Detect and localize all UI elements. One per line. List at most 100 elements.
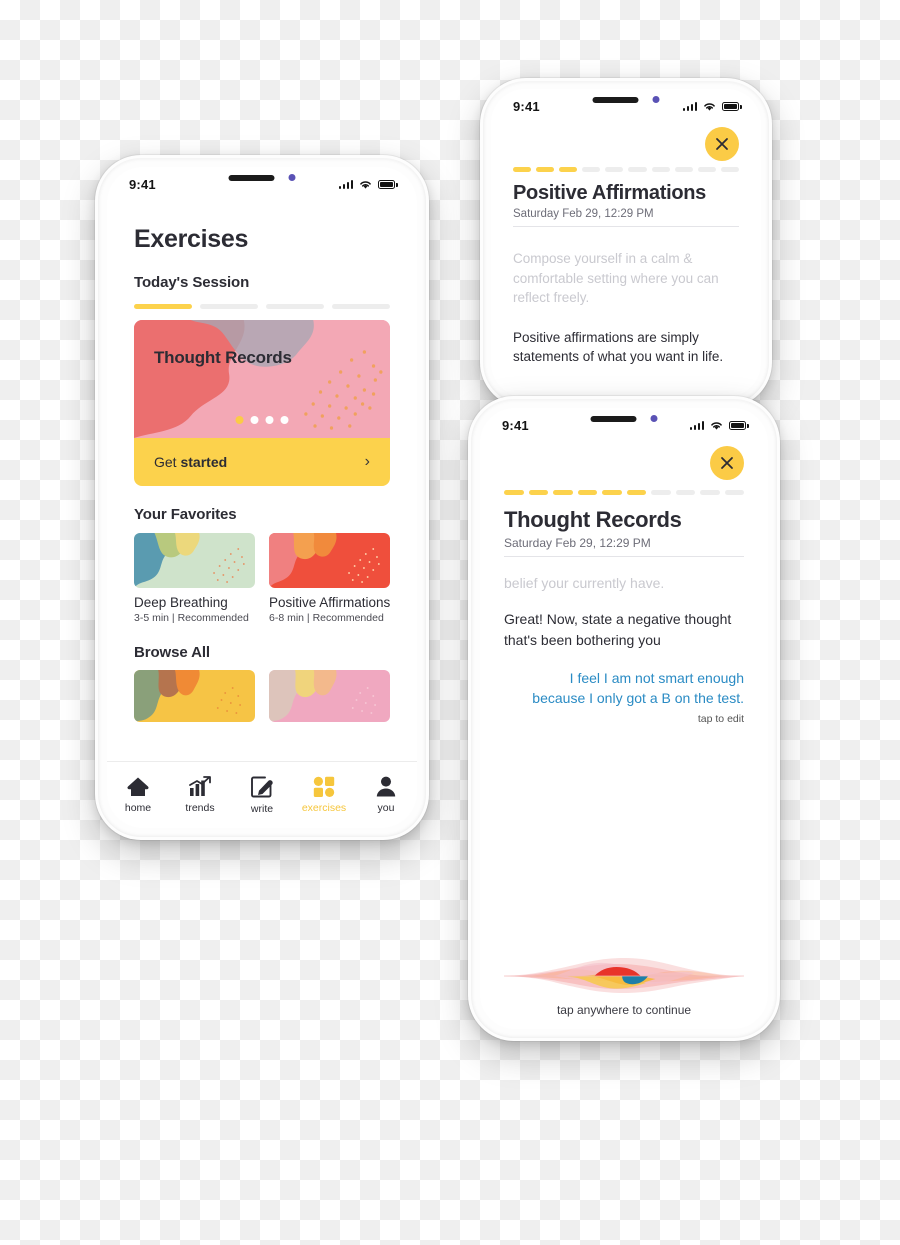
tab-trends[interactable]: trends [169,776,231,814]
progress-segment [134,304,192,309]
current-prompt-text: Great! Now, state a negative thought tha… [504,611,732,648]
battery-icon [729,420,749,430]
progress-segment [674,167,693,172]
favorite-card-artwork [269,533,390,588]
deep-breathing-blob-art [134,533,255,588]
carousel-dot[interactable] [235,416,244,424]
progress-segment [700,490,720,495]
tab-you[interactable]: you [355,776,417,814]
close-x-icon [716,138,728,150]
status-time: 9:41 [513,98,540,114]
progress-segment [536,167,555,172]
wifi-icon [711,421,722,430]
carousel-dot[interactable] [265,416,274,424]
close-button[interactable] [705,127,739,161]
bottom-tab-bar: home trends write exercises you [107,761,417,828]
battery-icon [378,179,398,189]
exercise-date: Saturday Feb 29, 12:29 PM [513,208,654,220]
browse-card-artwork [134,670,255,722]
phone-device-positive-affirmations: 9:41 Positive Affirmations Saturday Feb … [480,78,772,408]
phone2-status-bar: 9:41 [491,89,761,123]
tab-home[interactable]: home [107,776,169,814]
exercises-icon [313,776,335,797]
carousel-dot[interactable] [250,416,259,424]
section-heading-browse-all: Browse All [134,644,210,661]
front-camera-icon [288,174,296,181]
progress-segment [559,167,578,172]
browse-blob-art-1 [134,670,255,722]
phone3-status-bar: 9:41 [480,408,768,442]
wifi-icon [704,102,715,111]
progress-segment [528,490,548,495]
progress-segment [720,167,739,172]
previous-prompt-text: belief your currently have. [504,575,665,591]
speaker-grill-icon [590,415,637,422]
progress-segment [553,490,573,495]
exercise-progress-segments [504,490,744,495]
exercise-progress-segments [513,167,739,172]
progress-segment [605,167,624,172]
exercise-title: Thought Records [504,507,682,532]
progress-segment [626,490,646,495]
tab-label: trends [185,802,215,814]
divider [513,226,739,227]
phone1-status-bar: 9:41 [107,167,417,201]
progress-segment [602,490,622,495]
positive-affirmations-blob-art [269,533,390,588]
tab-exercises[interactable]: exercises [293,776,355,814]
carousel-dot[interactable] [280,416,289,424]
signal-bars-icon [689,420,704,430]
favorite-card-deep-breathing[interactable]: Deep Breathing 3-5 min | Recommended [134,533,255,624]
browse-card-2[interactable] [269,670,390,722]
user-answer-text[interactable]: I feel I am not smart enough because I o… [504,668,744,709]
tab-write[interactable]: write [231,776,293,815]
tab-label: you [377,802,395,814]
progress-segment [651,167,670,172]
phone2-screen: 9:41 Positive Affirmations Saturday Feb … [491,89,761,397]
favorite-card-positive-affirmations[interactable]: Positive Affirmations 6-8 min | Recommen… [269,533,390,624]
current-prompt-text: Positive affirmations are simply stateme… [513,329,724,365]
favorite-card-meta: 3-5 min | Recommended [134,612,249,624]
signal-bars-icon [682,101,697,111]
tap-anywhere-hint[interactable]: tap anywhere to continue [504,1003,744,1017]
tab-label: exercises [301,802,347,814]
progress-segment [266,304,324,309]
get-started-button[interactable]: Get started › [134,438,390,486]
phone-device-thought-records: 9:41 Thought Records Saturday Feb 29, 12… [468,396,780,1041]
progress-segment [332,304,390,309]
progress-segment [675,490,695,495]
exercise-title: Positive Affirmations [513,182,706,204]
status-icons [682,101,742,112]
phone3-screen: 9:41 Thought Records Saturday Feb 29, 12… [480,408,768,1029]
close-x-icon [721,457,733,469]
waveform-section: tap anywhere to continue [504,949,744,1029]
front-camera-icon [650,415,658,422]
phone1-notch [228,174,296,181]
phone1-content: Exercises Today's Session Thought Record… [107,201,417,828]
status-icons [338,179,398,190]
favorite-card-title: Positive Affirmations [269,595,391,610]
progress-segment [200,304,258,309]
phone2-notch [592,96,660,103]
hero-card-title: Thought Records [154,348,292,367]
close-button[interactable] [710,446,744,480]
favorites-grid: Deep Breathing 3-5 min | Recommended Pos… [134,533,390,624]
favorite-card-title: Deep Breathing [134,595,228,610]
progress-segment [628,167,647,172]
hero-carousel-dots[interactable] [235,416,289,424]
phone3-content[interactable]: Thought Records Saturday Feb 29, 12:29 P… [480,442,768,1029]
hero-card-artwork: Thought Records [134,320,390,438]
tab-label: home [124,802,152,814]
tap-to-edit-hint[interactable]: tap to edit [504,713,744,725]
phone-device-exercises: 9:41 Exercises Today's Session Thought R… [95,155,429,840]
session-progress-segments [134,304,390,309]
browse-all-grid [134,670,390,722]
siri-waveform-icon [504,958,744,993]
hero-card-thought-records[interactable]: Thought Records Get started › [134,320,390,486]
section-heading-todays-session: Today's Session [134,274,250,291]
browse-card-1[interactable] [134,670,255,722]
status-time: 9:41 [502,417,529,433]
chevron-right-icon: › [364,453,370,470]
status-icons [689,420,749,431]
exercise-date: Saturday Feb 29, 12:29 PM [504,536,651,550]
